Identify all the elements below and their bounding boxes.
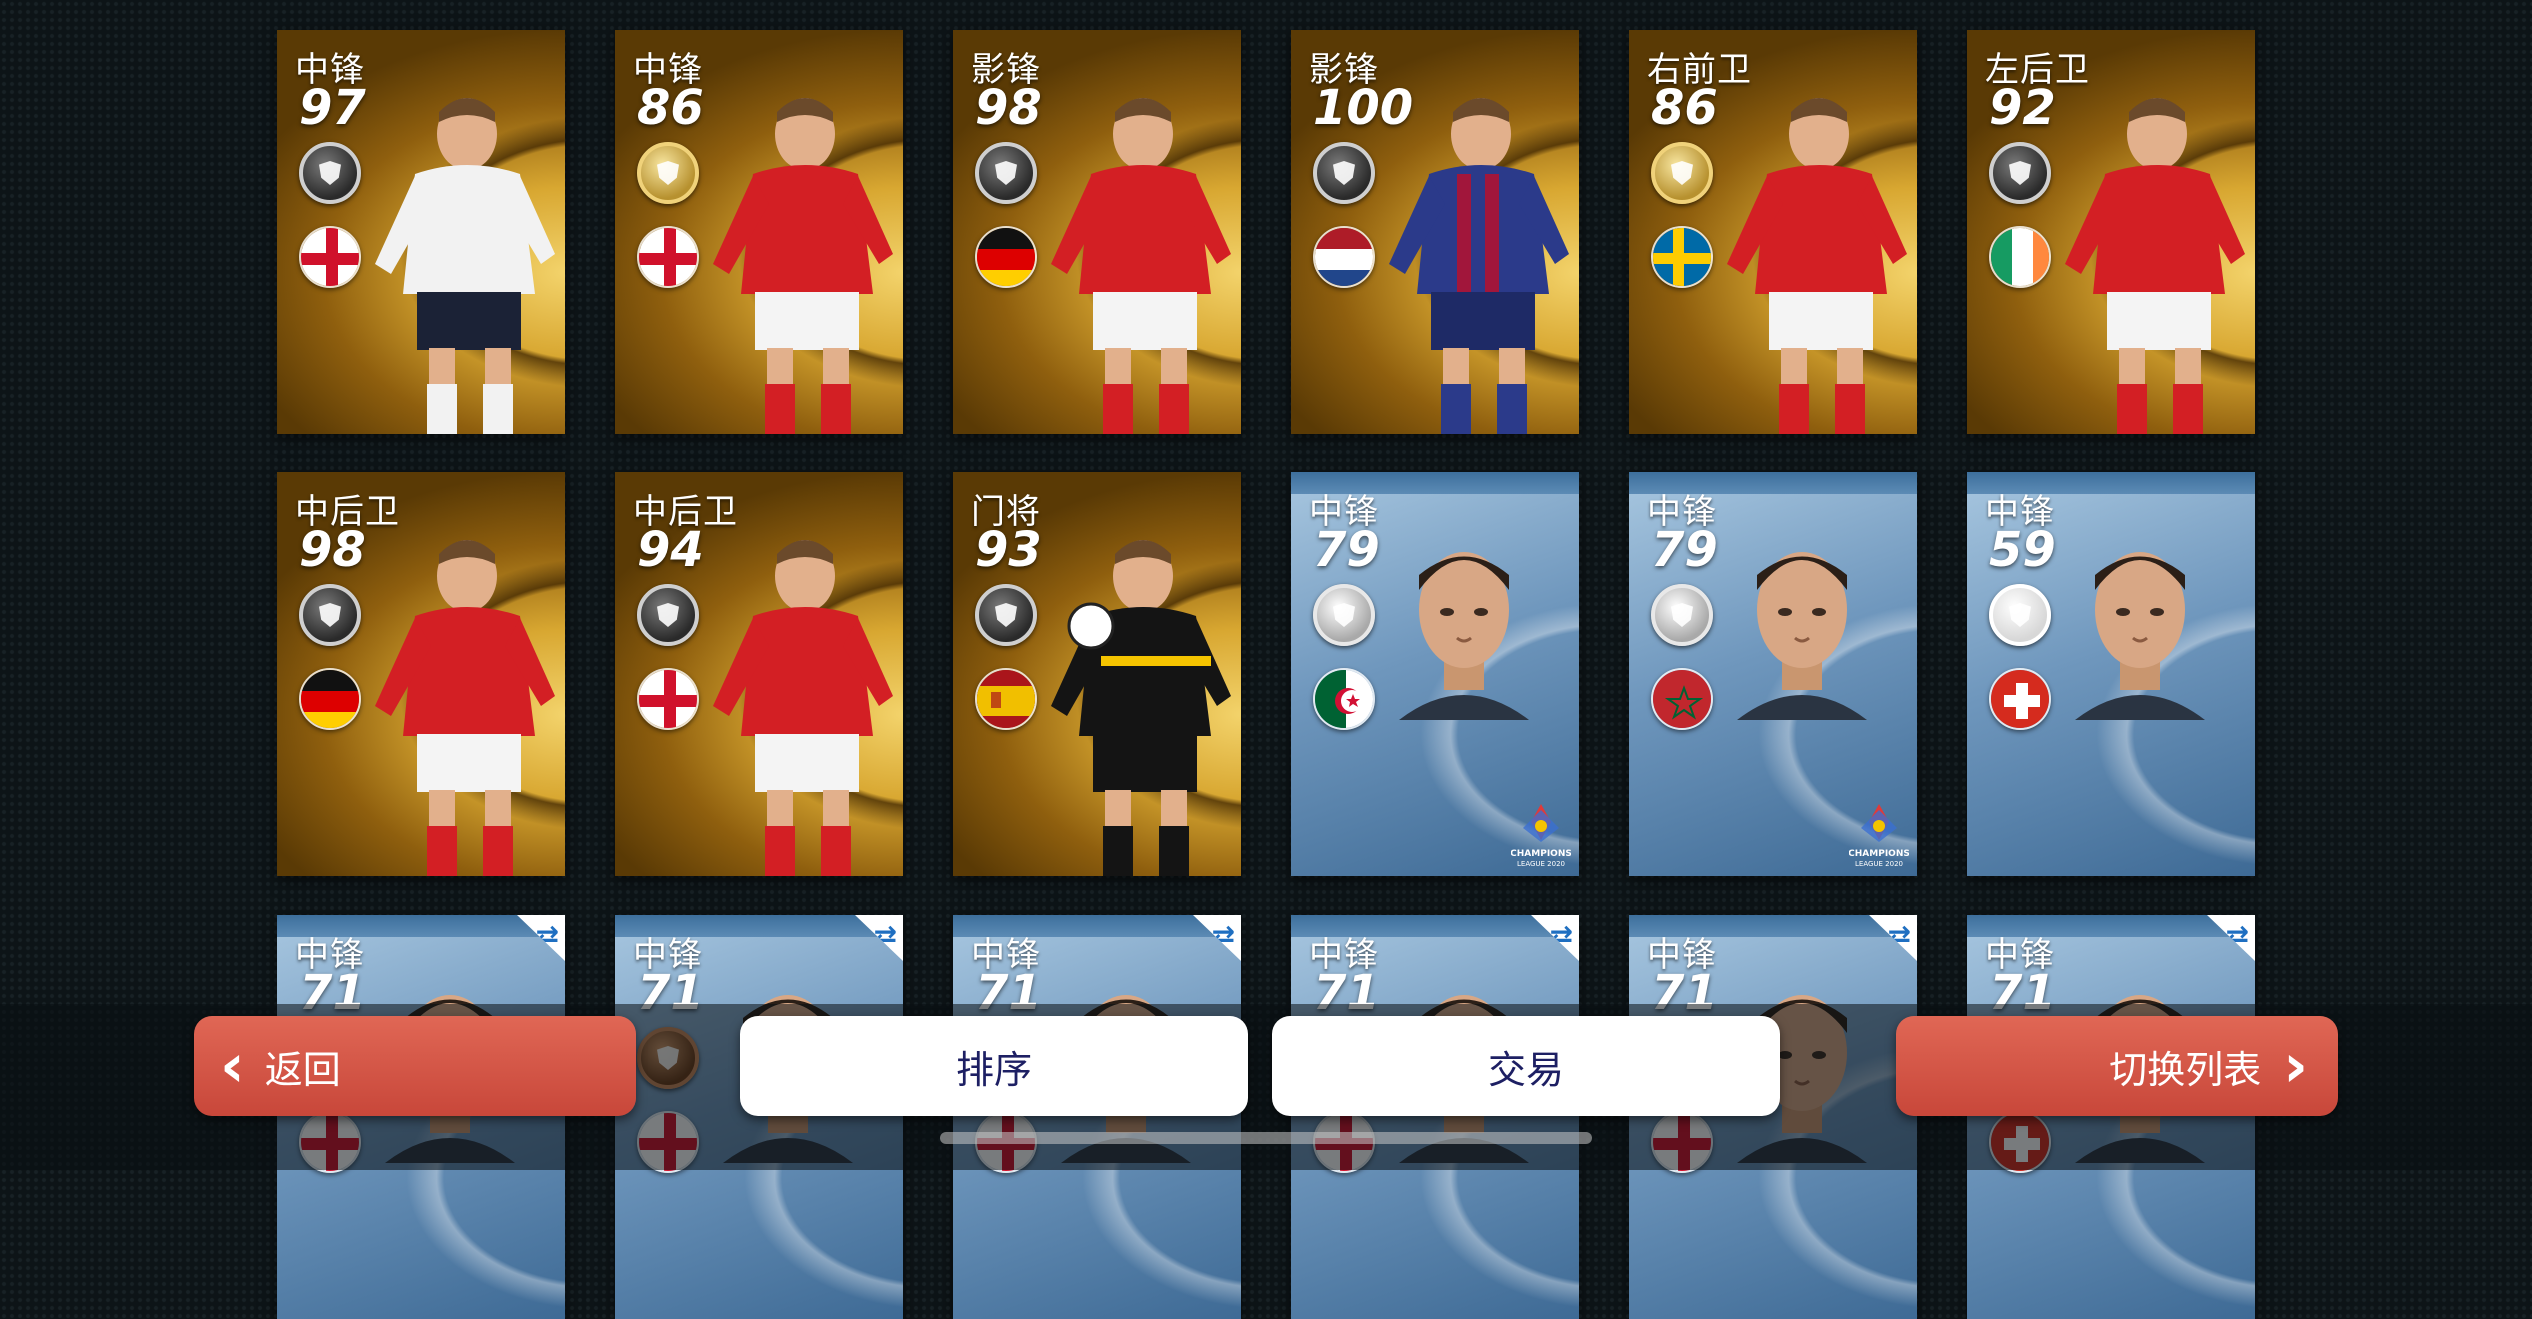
player-card[interactable]: 门将 93 — [953, 472, 1241, 876]
player-card[interactable]: 影锋 100 — [1291, 30, 1579, 434]
player-rating: 93 — [975, 522, 1042, 578]
card-tier-icon — [975, 584, 1037, 646]
trade-button[interactable]: 交易 — [1272, 1016, 1780, 1116]
sort-label: 排序 — [955, 1047, 1032, 1092]
card-tier-icon — [1313, 584, 1375, 646]
player-card[interactable]: 右前卫 86 — [1629, 30, 1917, 434]
chevron-left-icon: ‹ — [220, 1031, 245, 1101]
card-tier-icon — [975, 142, 1037, 204]
card-tier-icon — [1651, 584, 1713, 646]
flag-algeria-icon — [1313, 668, 1375, 730]
player-card[interactable]: CHAMPIONS LEAGUE 2020 中锋 79 — [1291, 472, 1579, 876]
player-card-grid: 中锋 97 中锋 86 影锋 98 影锋 100 右前卫 86 左后卫 92 中… — [0, 0, 2532, 1319]
flag-morocco-icon — [1651, 668, 1713, 730]
player-card[interactable]: 左后卫 92 — [1967, 30, 2255, 434]
flag-germany-icon — [975, 226, 1037, 288]
card-tier-icon — [1313, 142, 1375, 204]
player-rating: 86 — [637, 80, 704, 136]
back-button[interactable]: ‹ 返回 — [194, 1016, 636, 1116]
player-rating: 97 — [299, 80, 366, 136]
home-indicator — [940, 1132, 1592, 1144]
player-rating: 79 — [1651, 522, 1718, 578]
flag-england-icon — [637, 668, 699, 730]
svg-text:LEAGUE 2020: LEAGUE 2020 — [1855, 860, 1903, 868]
player-rating: 86 — [1651, 80, 1718, 136]
player-rating: 100 — [1313, 80, 1414, 136]
player-rating: 94 — [637, 522, 704, 578]
card-tier-icon — [1651, 142, 1713, 204]
back-label: 返回 — [264, 1047, 341, 1092]
flag-ireland-icon — [1989, 226, 2051, 288]
player-rating: 59 — [1989, 522, 2056, 578]
card-tier-icon — [637, 584, 699, 646]
player-rating: 92 — [1989, 80, 2056, 136]
player-rating: 98 — [975, 80, 1042, 136]
card-tier-icon — [299, 584, 361, 646]
player-card[interactable]: 中锋 86 — [615, 30, 903, 434]
player-card[interactable]: 中后卫 98 — [277, 472, 565, 876]
switch-list-button[interactable]: 切换列表 › — [1896, 1016, 2338, 1116]
player-rating: 98 — [299, 522, 366, 578]
player-card[interactable]: 中锋 59 — [1967, 472, 2255, 876]
player-card[interactable]: 中后卫 94 — [615, 472, 903, 876]
card-tier-icon — [637, 142, 699, 204]
flag-germany-icon — [299, 668, 361, 730]
card-tier-icon — [1989, 584, 2051, 646]
switch-list-label: 切换列表 — [2109, 1047, 2262, 1092]
chevron-right-icon: › — [2283, 1031, 2308, 1101]
trade-label: 交易 — [1487, 1047, 1564, 1092]
svg-text:CHAMPIONS: CHAMPIONS — [1511, 849, 1571, 859]
player-card[interactable]: 中锋 97 — [277, 30, 565, 434]
svg-text:CHAMPIONS: CHAMPIONS — [1849, 849, 1909, 859]
flag-england-icon — [299, 226, 361, 288]
flag-spain-icon — [975, 668, 1037, 730]
player-card[interactable]: CHAMPIONS LEAGUE 2020 中锋 79 — [1629, 472, 1917, 876]
sort-button[interactable]: 排序 — [740, 1016, 1248, 1116]
flag-switzerland-icon — [1989, 668, 2051, 730]
player-rating: 79 — [1313, 522, 1380, 578]
svg-text:LEAGUE 2020: LEAGUE 2020 — [1517, 860, 1565, 868]
flag-sweden-icon — [1651, 226, 1713, 288]
flag-england-icon — [637, 226, 699, 288]
flag-netherlands-icon — [1313, 226, 1375, 288]
player-card[interactable]: 影锋 98 — [953, 30, 1241, 434]
card-tier-icon — [299, 142, 361, 204]
card-tier-icon — [1989, 142, 2051, 204]
